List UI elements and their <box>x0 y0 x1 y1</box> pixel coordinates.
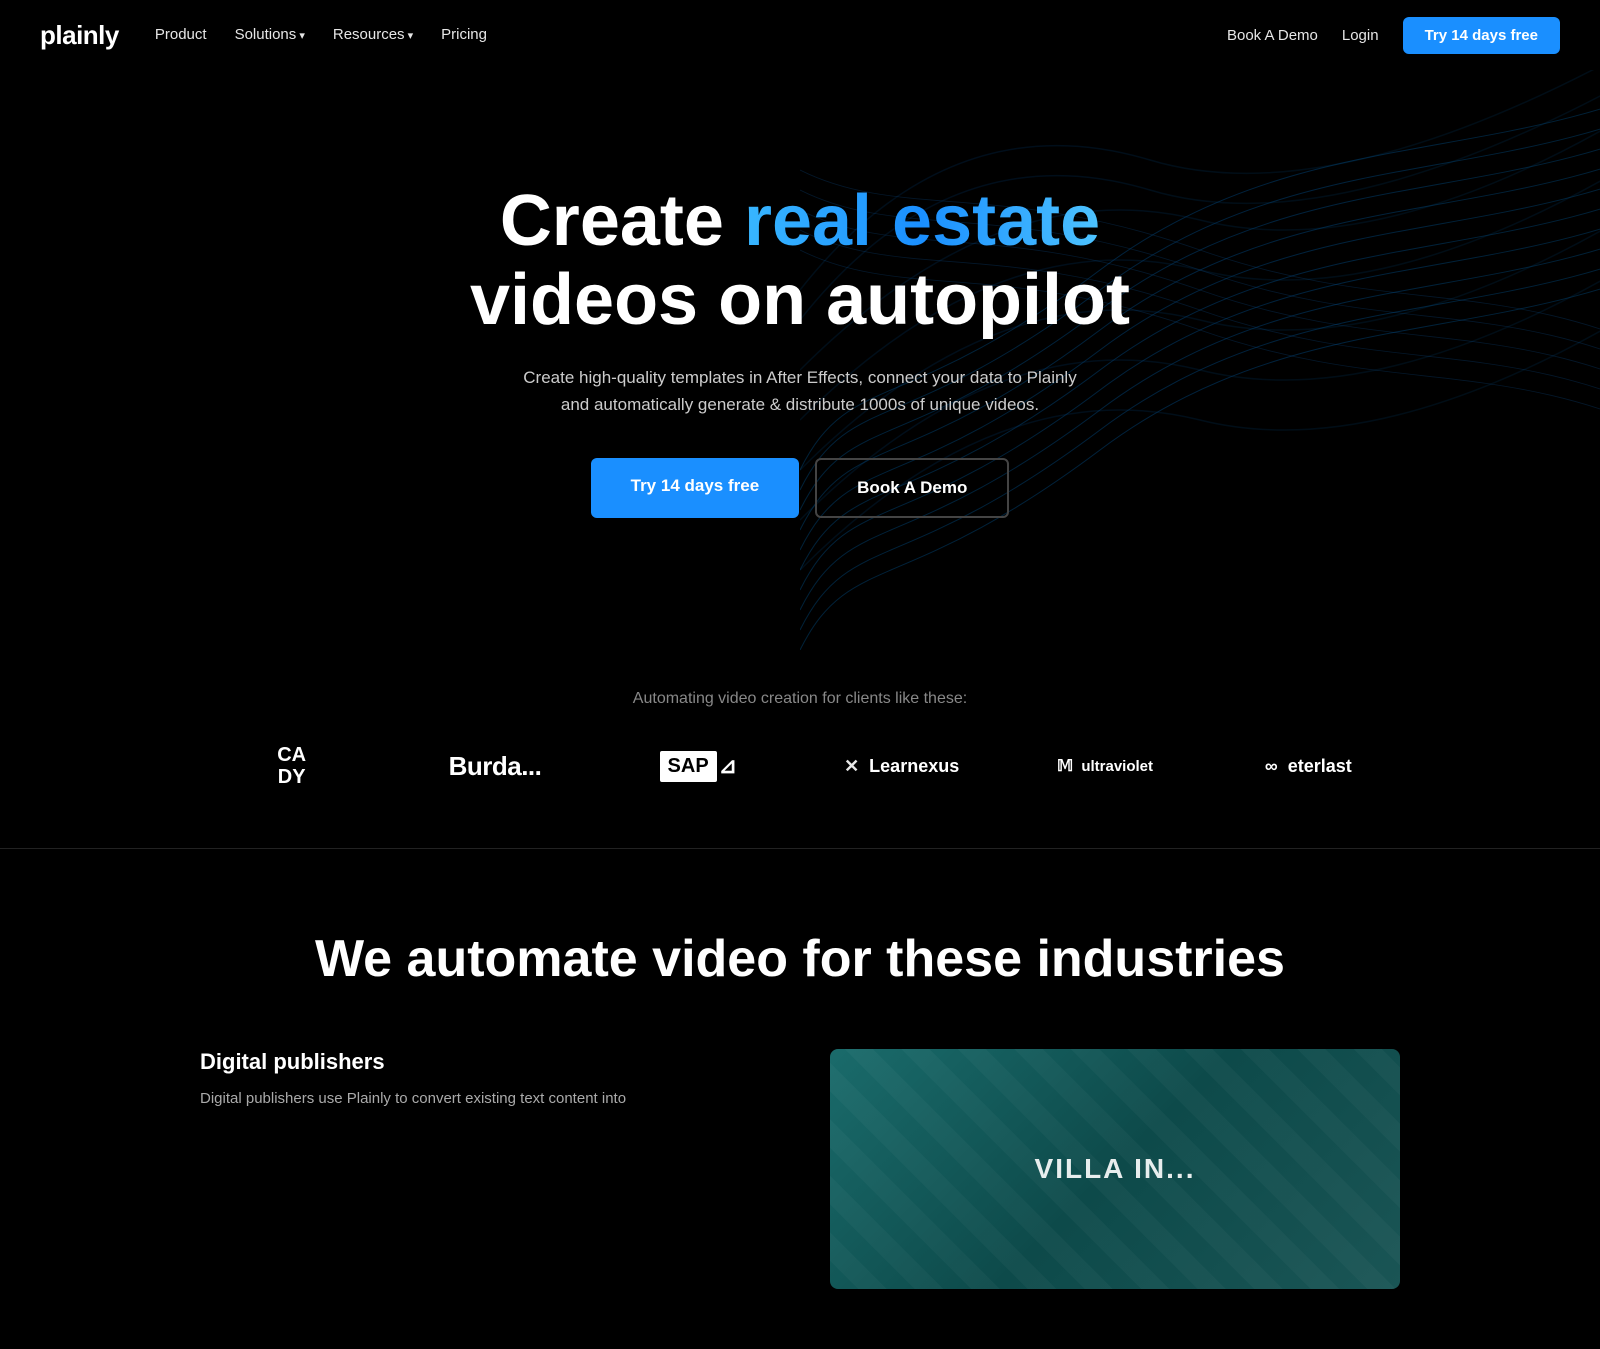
eterlast-text: eterlast <box>1288 756 1352 777</box>
hero-section: Create real estate videos on autopilot C… <box>0 70 1600 650</box>
hero-title: Create real estate videos on autopilot <box>470 182 1130 340</box>
logo-cady: CADY <box>200 744 383 788</box>
logo-eterlast: ∞ eterlast <box>1217 756 1400 777</box>
ultraviolet-wrapper: 𝕄 ultraviolet <box>1057 756 1153 776</box>
industries-section: We automate video for these industries D… <box>0 849 1600 1349</box>
clients-label: Automating video creation for clients li… <box>60 690 1540 708</box>
hero-content: Create real estate videos on autopilot C… <box>470 182 1130 519</box>
cady-text: CADY <box>277 744 306 788</box>
nav-left: plainly Product Solutions Resources Pric… <box>40 20 487 51</box>
hero-buttons: Try 14 days free Book A Demo <box>470 458 1130 518</box>
clients-section: Automating video creation for clients li… <box>0 650 1600 848</box>
sap-arrow: ⊿ <box>719 753 737 779</box>
hero-title-end: videos on autopilot <box>470 260 1130 340</box>
hero-title-gradient: real estate <box>744 181 1100 261</box>
hero-cta-primary[interactable]: Try 14 days free <box>591 458 800 518</box>
industries-content: Digital publishers Digital publishers us… <box>200 1049 1400 1289</box>
ultraviolet-icon: 𝕄 <box>1057 756 1073 776</box>
logo[interactable]: plainly <box>40 20 119 51</box>
hero-title-start: Create <box>500 181 744 261</box>
nav-item-resources[interactable]: Resources <box>333 26 413 44</box>
nav-item-pricing[interactable]: Pricing <box>441 26 487 44</box>
nav-cta-button[interactable]: Try 14 days free <box>1403 17 1560 54</box>
eterlast-icon: ∞ <box>1265 756 1278 777</box>
burda-text: Burda... <box>449 751 542 782</box>
eterlast-wrapper: ∞ eterlast <box>1265 756 1352 777</box>
book-demo-link[interactable]: Book A Demo <box>1227 27 1318 44</box>
video-thumb-label: VILLA IN... <box>1035 1153 1196 1185</box>
logo-sap: SAP ⊿ <box>607 751 790 782</box>
industry-video-thumbnail: VILLA IN... <box>830 1049 1400 1289</box>
industries-left: Digital publishers Digital publishers us… <box>200 1049 770 1111</box>
industry-digital-publishers-name: Digital publishers <box>200 1049 770 1075</box>
hero-cta-secondary[interactable]: Book A Demo <box>815 458 1009 518</box>
hero-subtitle: Create high-quality templates in After E… <box>520 364 1080 418</box>
nav-link-product[interactable]: Product <box>155 26 207 43</box>
navbar: plainly Product Solutions Resources Pric… <box>0 0 1600 70</box>
industry-digital-publishers-desc: Digital publishers use Plainly to conver… <box>200 1087 770 1111</box>
login-link[interactable]: Login <box>1342 27 1379 44</box>
nav-item-solutions[interactable]: Solutions <box>235 26 305 44</box>
industries-right: VILLA IN... <box>830 1049 1400 1289</box>
sap-wrapper: SAP ⊿ <box>660 751 738 782</box>
learnexus-wrapper: ✕ Learnexus <box>844 756 959 777</box>
logos-row: CADY Burda... SAP ⊿ ✕ Learnexus 𝕄 ultrav… <box>200 744 1400 788</box>
nav-item-product[interactable]: Product <box>155 26 207 44</box>
nav-link-pricing[interactable]: Pricing <box>441 26 487 43</box>
nav-links: Product Solutions Resources Pricing <box>155 26 487 44</box>
learnexus-icon: ✕ <box>844 756 859 777</box>
logo-ultraviolet: 𝕄 ultraviolet <box>1013 756 1196 776</box>
nav-link-solutions[interactable]: Solutions <box>235 26 305 43</box>
logo-learnexus: ✕ Learnexus <box>810 756 993 777</box>
logo-burda: Burda... <box>403 751 586 782</box>
nav-right: Book A Demo Login Try 14 days free <box>1227 17 1560 54</box>
nav-link-resources[interactable]: Resources <box>333 26 413 43</box>
sap-text: SAP <box>660 751 717 782</box>
learnexus-text: Learnexus <box>869 756 959 777</box>
ultraviolet-text: ultraviolet <box>1081 758 1153 775</box>
industries-title: We automate video for these industries <box>60 929 1540 989</box>
